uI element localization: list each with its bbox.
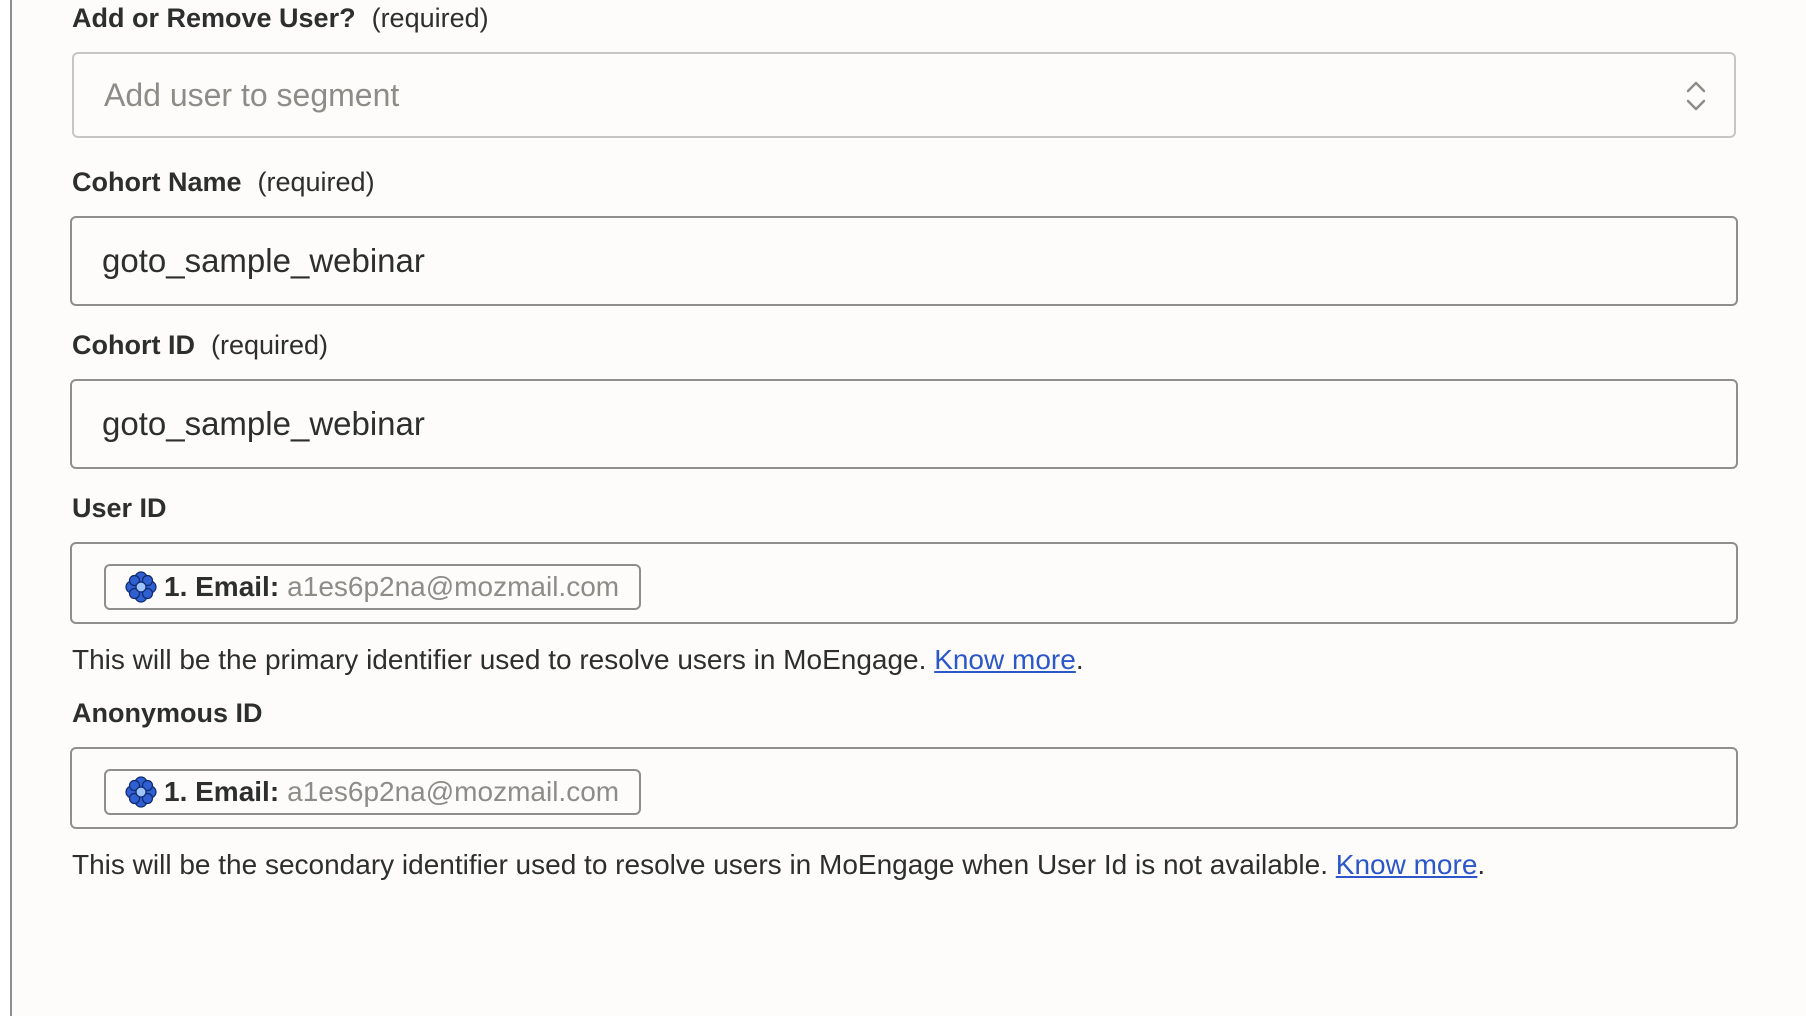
field-label: Anonymous ID: [72, 698, 263, 728]
field-label-row: Cohort Name (required): [72, 164, 1750, 200]
required-marker: (required): [257, 167, 375, 197]
help-text-suffix: .: [1075, 644, 1084, 675]
mapped-field-pill[interactable]: 1. Email: a1es6p2na@mozmail.com: [104, 564, 642, 610]
gotowebinar-flower-icon: [125, 571, 157, 603]
help-text-body: This will be the primary identifier used…: [72, 644, 935, 675]
field-label-row: User ID: [72, 490, 1750, 526]
field-anonymous-id: Anonymous ID 1. Email: a1es6p2na@mozmail…: [70, 695, 1750, 880]
required-marker: (required): [371, 3, 489, 33]
user-id-input[interactable]: 1. Email: a1es6p2na@mozmail.com: [70, 542, 1738, 624]
help-text-suffix: .: [1477, 849, 1486, 880]
form-panel: Add or Remove User? (required) Add user t…: [10, 0, 1806, 1016]
input-value: goto_sample_webinar: [102, 405, 425, 442]
pill-step-label: 1. Email:: [164, 776, 280, 807]
cohort-name-input[interactable]: goto_sample_webinar: [70, 216, 1738, 306]
help-text: This will be the secondary identifier us…: [72, 847, 1485, 883]
field-label-row: Anonymous ID: [72, 695, 1750, 731]
know-more-link[interactable]: Know more: [934, 644, 1076, 675]
help-text: This will be the primary identifier used…: [72, 642, 1084, 678]
input-value: goto_sample_webinar: [102, 242, 425, 279]
add-or-remove-user-select[interactable]: Add user to segment: [72, 52, 1736, 138]
select-placeholder: Add user to segment: [104, 77, 400, 113]
anonymous-id-input[interactable]: 1. Email: a1es6p2na@mozmail.com: [70, 747, 1738, 829]
gotowebinar-flower-icon: [125, 776, 157, 808]
required-marker: (required): [210, 330, 329, 360]
know-more-link[interactable]: Know more: [1336, 849, 1478, 880]
field-label: Add or Remove User?: [72, 3, 356, 33]
field-label-row: Cohort ID (required): [72, 327, 1750, 363]
field-user-id: User ID 1. Email: a1es6p2na@mozmail.com …: [70, 490, 1750, 675]
field-add-or-remove-user: Add or Remove User? (required) Add user t…: [72, 0, 1750, 138]
field-label: User ID: [72, 493, 167, 523]
field-label: Cohort Name: [72, 167, 242, 197]
chevron-up-down-icon: [1686, 81, 1706, 111]
pill-value: a1es6p2na@mozmail.com: [287, 776, 620, 807]
field-cohort-id: Cohort ID (required) goto_sample_webinar: [70, 327, 1750, 469]
help-text-body: This will be the secondary identifier us…: [72, 849, 1336, 880]
field-label-row: Add or Remove User? (required): [72, 0, 1750, 36]
cohort-id-input[interactable]: goto_sample_webinar: [70, 379, 1738, 469]
pill-step-label: 1. Email:: [164, 571, 280, 602]
pill-value: a1es6p2na@mozmail.com: [287, 571, 620, 602]
field-label: Cohort ID: [72, 330, 195, 360]
field-cohort-name: Cohort Name (required) goto_sample_webina…: [70, 164, 1750, 306]
mapped-field-pill[interactable]: 1. Email: a1es6p2na@mozmail.com: [104, 769, 642, 815]
